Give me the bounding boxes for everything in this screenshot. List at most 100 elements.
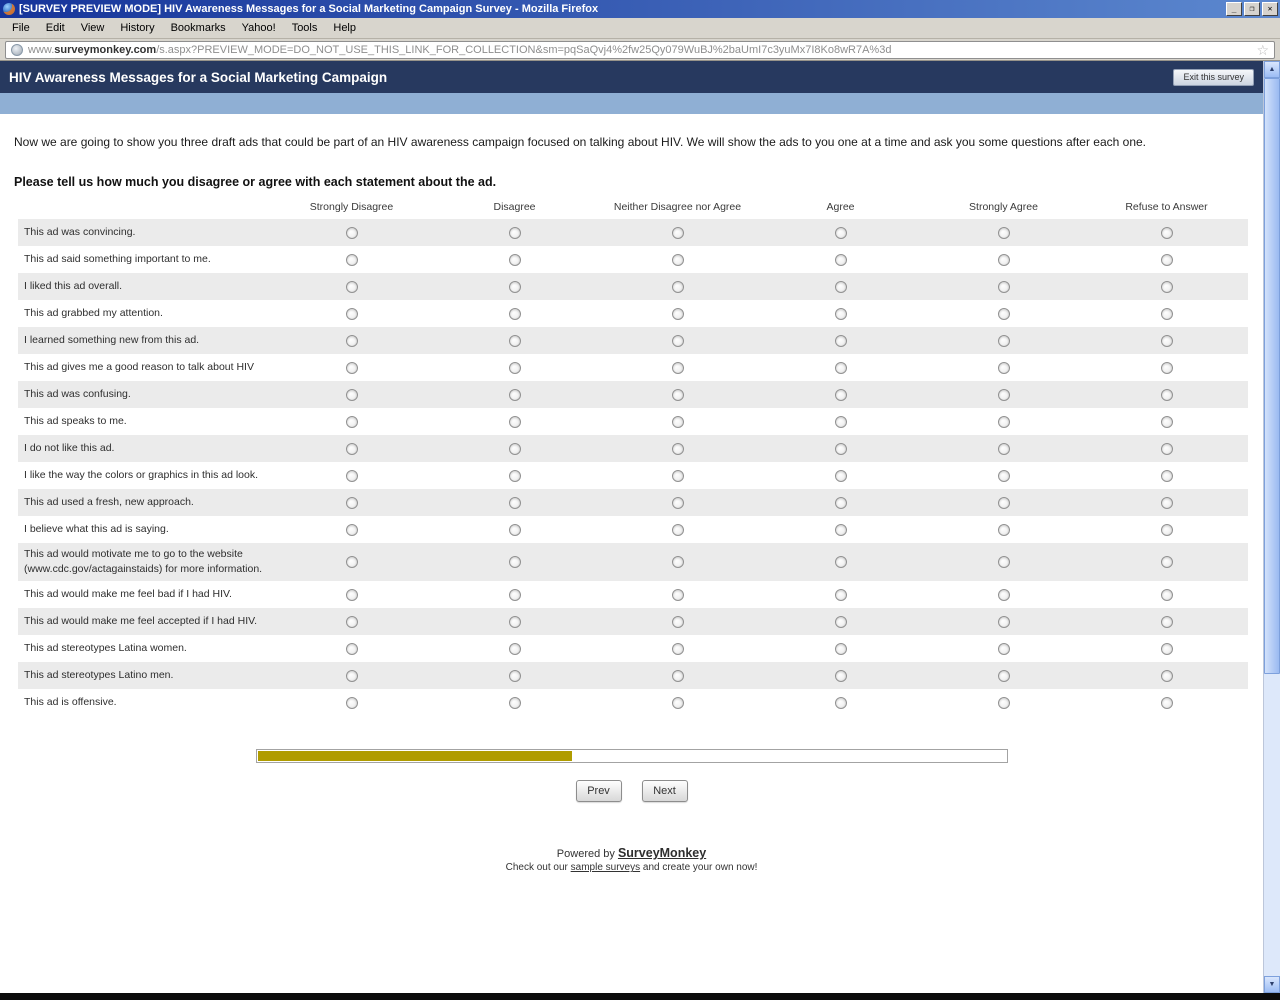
radio-button[interactable] <box>509 670 521 682</box>
radio-button[interactable] <box>672 556 684 568</box>
radio-button[interactable] <box>998 443 1010 455</box>
radio-button[interactable] <box>509 443 521 455</box>
radio-button[interactable] <box>509 254 521 266</box>
menu-item-tools[interactable]: Tools <box>284 19 326 37</box>
menu-item-history[interactable]: History <box>112 19 162 37</box>
radio-button[interactable] <box>509 643 521 655</box>
radio-button[interactable] <box>509 556 521 568</box>
radio-button[interactable] <box>835 524 847 536</box>
minimize-button[interactable]: _ <box>1226 2 1242 16</box>
radio-button[interactable] <box>346 497 358 509</box>
radio-button[interactable] <box>998 643 1010 655</box>
radio-button[interactable] <box>346 589 358 601</box>
radio-button[interactable] <box>672 362 684 374</box>
prev-button[interactable]: Prev <box>576 780 622 802</box>
bookmark-star-icon[interactable]: ☆ <box>1256 43 1269 57</box>
radio-button[interactable] <box>835 470 847 482</box>
radio-button[interactable] <box>672 697 684 709</box>
radio-button[interactable] <box>346 335 358 347</box>
radio-button[interactable] <box>998 281 1010 293</box>
radio-button[interactable] <box>1161 524 1173 536</box>
vertical-scrollbar[interactable]: ▲ ▼ <box>1263 61 1280 993</box>
radio-button[interactable] <box>346 697 358 709</box>
next-button[interactable]: Next <box>642 780 688 802</box>
radio-button[interactable] <box>672 308 684 320</box>
radio-button[interactable] <box>509 589 521 601</box>
radio-button[interactable] <box>346 670 358 682</box>
radio-button[interactable] <box>1161 308 1173 320</box>
radio-button[interactable] <box>835 556 847 568</box>
radio-button[interactable] <box>998 254 1010 266</box>
url-text[interactable]: www.surveymonkey.com/s.aspx?PREVIEW_MODE… <box>28 44 1251 56</box>
radio-button[interactable] <box>346 389 358 401</box>
radio-button[interactable] <box>509 308 521 320</box>
radio-button[interactable] <box>1161 443 1173 455</box>
radio-button[interactable] <box>835 227 847 239</box>
menu-item-bookmarks[interactable]: Bookmarks <box>163 19 234 37</box>
restore-button[interactable]: ❐ <box>1244 2 1260 16</box>
scroll-down-button[interactable]: ▼ <box>1264 976 1280 993</box>
menu-item-yahoo[interactable]: Yahoo! <box>234 19 284 37</box>
radio-button[interactable] <box>672 670 684 682</box>
radio-button[interactable] <box>835 281 847 293</box>
radio-button[interactable] <box>835 389 847 401</box>
radio-button[interactable] <box>1161 497 1173 509</box>
radio-button[interactable] <box>509 497 521 509</box>
radio-button[interactable] <box>835 254 847 266</box>
radio-button[interactable] <box>672 389 684 401</box>
radio-button[interactable] <box>672 335 684 347</box>
radio-button[interactable] <box>835 308 847 320</box>
radio-button[interactable] <box>672 443 684 455</box>
radio-button[interactable] <box>998 308 1010 320</box>
radio-button[interactable] <box>346 281 358 293</box>
radio-button[interactable] <box>672 227 684 239</box>
radio-button[interactable] <box>835 497 847 509</box>
radio-button[interactable] <box>509 281 521 293</box>
radio-button[interactable] <box>346 254 358 266</box>
radio-button[interactable] <box>509 616 521 628</box>
radio-button[interactable] <box>835 416 847 428</box>
radio-button[interactable] <box>672 470 684 482</box>
radio-button[interactable] <box>1161 470 1173 482</box>
radio-button[interactable] <box>509 524 521 536</box>
radio-button[interactable] <box>509 389 521 401</box>
radio-button[interactable] <box>835 589 847 601</box>
radio-button[interactable] <box>1161 643 1173 655</box>
radio-button[interactable] <box>509 335 521 347</box>
radio-button[interactable] <box>1161 362 1173 374</box>
radio-button[interactable] <box>346 443 358 455</box>
radio-button[interactable] <box>835 443 847 455</box>
scroll-up-button[interactable]: ▲ <box>1264 61 1280 78</box>
radio-button[interactable] <box>998 389 1010 401</box>
radio-button[interactable] <box>1161 589 1173 601</box>
radio-button[interactable] <box>672 589 684 601</box>
radio-button[interactable] <box>346 643 358 655</box>
radio-button[interactable] <box>346 362 358 374</box>
radio-button[interactable] <box>835 697 847 709</box>
radio-button[interactable] <box>1161 697 1173 709</box>
scrollbar-thumb[interactable] <box>1264 78 1280 674</box>
menu-item-help[interactable]: Help <box>325 19 364 37</box>
radio-button[interactable] <box>835 335 847 347</box>
radio-button[interactable] <box>1161 416 1173 428</box>
menu-item-file[interactable]: File <box>4 19 38 37</box>
surveymonkey-link[interactable]: SurveyMonkey <box>618 846 706 860</box>
radio-button[interactable] <box>346 416 358 428</box>
radio-button[interactable] <box>998 497 1010 509</box>
menu-item-edit[interactable]: Edit <box>38 19 73 37</box>
radio-button[interactable] <box>509 470 521 482</box>
radio-button[interactable] <box>998 524 1010 536</box>
radio-button[interactable] <box>672 281 684 293</box>
radio-button[interactable] <box>346 524 358 536</box>
radio-button[interactable] <box>998 697 1010 709</box>
radio-button[interactable] <box>835 670 847 682</box>
radio-button[interactable] <box>1161 616 1173 628</box>
radio-button[interactable] <box>1161 670 1173 682</box>
radio-button[interactable] <box>509 227 521 239</box>
radio-button[interactable] <box>998 335 1010 347</box>
radio-button[interactable] <box>672 616 684 628</box>
radio-button[interactable] <box>998 470 1010 482</box>
radio-button[interactable] <box>998 670 1010 682</box>
radio-button[interactable] <box>998 589 1010 601</box>
radio-button[interactable] <box>1161 556 1173 568</box>
